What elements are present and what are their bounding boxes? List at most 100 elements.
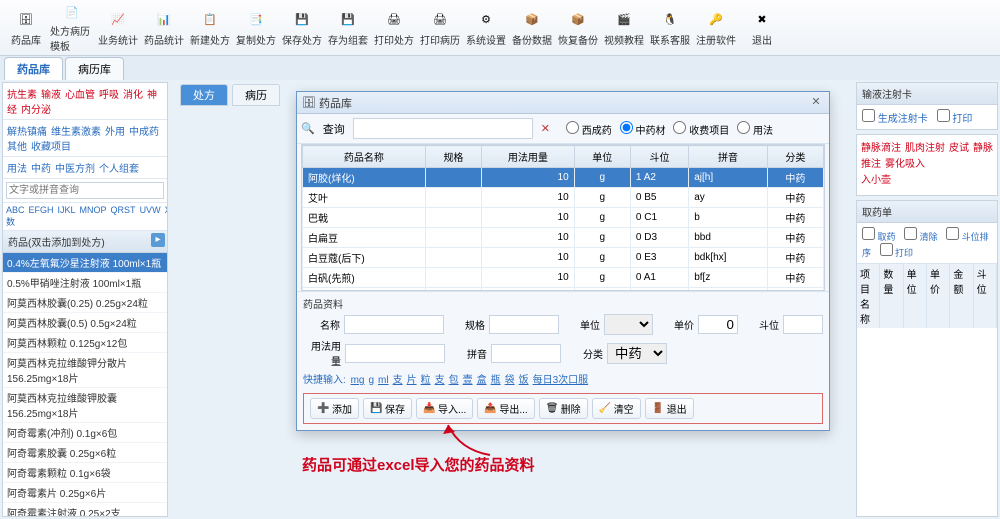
quick-link[interactable]: 支: [435, 375, 445, 386]
quick-link[interactable]: 袋: [505, 375, 515, 386]
catlink[interactable]: 抗生素: [7, 90, 37, 101]
btn-5[interactable]: 🧹清空: [592, 398, 641, 419]
drug-row[interactable]: 阿奇霉素颗粒 0.1g×6袋: [3, 463, 167, 483]
table-row[interactable]: 白豆蔻(后下)10g0 E3bdk[hx]中药: [303, 248, 824, 268]
btn-6[interactable]: 🚪退出: [645, 398, 694, 419]
inp-spec[interactable]: [489, 315, 559, 334]
quick-link[interactable]: 瓶: [491, 375, 501, 386]
alpha-group[interactable]: EFGH: [29, 205, 54, 215]
alpha-group[interactable]: UVW: [140, 205, 161, 215]
popup-titlebar[interactable]: 🗄 药品库 ✕: [297, 92, 829, 114]
toolbar-gear[interactable]: ⚙系统设置: [464, 2, 508, 53]
radio-3[interactable]: 用法: [737, 126, 773, 137]
table-row[interactable]: 白矾(先煎)10g0 A1bf[z中药: [303, 268, 824, 288]
alpha-group[interactable]: IJKL: [58, 205, 76, 215]
quick-link[interactable]: 包: [449, 375, 459, 386]
btn-3[interactable]: 📤导出...: [477, 398, 534, 419]
drug-row[interactable]: 阿奇霉素(冲剂) 0.1g×6包: [3, 423, 167, 443]
quick-link[interactable]: 片: [407, 375, 417, 386]
btn-4[interactable]: 🗑删除: [539, 398, 588, 419]
quick-link[interactable]: 支: [393, 375, 403, 386]
tab-case[interactable]: 病历: [232, 84, 280, 106]
sel-cat[interactable]: 中药: [607, 343, 667, 364]
quick-link[interactable]: g: [368, 375, 374, 386]
drug-row[interactable]: 0.4%左氧氟沙星注射液 100ml×1瓶: [3, 253, 167, 273]
btn-0[interactable]: ➕添加: [310, 398, 359, 419]
col-header[interactable]: 单位: [574, 146, 630, 168]
drug-row[interactable]: 0.5%甲硝唑注射液 100ml×1瓶: [3, 273, 167, 293]
col-header[interactable]: 规格: [425, 146, 481, 168]
list-header-btn[interactable]: ▸: [151, 233, 165, 247]
catlink[interactable]: 外用: [105, 127, 125, 138]
table-row[interactable]: 巴戟10g0 C1b中药: [303, 208, 824, 228]
inject-link[interactable]: 雾化吸入: [885, 159, 925, 170]
quick-link[interactable]: 盒: [477, 375, 487, 386]
col-header[interactable]: 分类: [767, 146, 823, 168]
alpha-group[interactable]: MNOP: [80, 205, 107, 215]
col-header[interactable]: 用法用量: [482, 146, 575, 168]
drug-row[interactable]: 阿莫西林克拉维酸钾胶囊 156.25mg×18片: [3, 388, 167, 423]
col-header[interactable]: 拼音: [689, 146, 768, 168]
toolbar-print2[interactable]: 🖨打印病历: [418, 2, 462, 53]
tab-caselib[interactable]: 病历库: [65, 57, 124, 80]
inp-name[interactable]: [344, 315, 444, 334]
quick-link[interactable]: 壹: [463, 375, 473, 386]
radio-0[interactable]: 西成药: [566, 126, 612, 137]
btn-1[interactable]: 💾保存: [363, 398, 412, 419]
catlink[interactable]: 输液: [41, 90, 61, 101]
toolbar-reg[interactable]: 🔑注册软件: [694, 2, 738, 53]
sel-unit[interactable]: [604, 314, 653, 335]
catlink[interactable]: 维生素激素: [51, 127, 101, 138]
inp-price[interactable]: [698, 315, 738, 334]
col-header[interactable]: 药品名称: [303, 146, 426, 168]
toolbar-save[interactable]: 💾保存处方: [280, 2, 324, 53]
toolbar-restore[interactable]: 📦恢复备份: [556, 2, 600, 53]
catlink[interactable]: 内分泌: [21, 105, 51, 116]
table-row[interactable]: 白扁豆10g0 D3bbd中药: [303, 228, 824, 248]
quick-link[interactable]: ml: [378, 375, 389, 386]
toolbar-chart2[interactable]: 📊药品统计: [142, 2, 186, 53]
drug-row[interactable]: 阿莫西林克拉维酸钾分散片 156.25mg×18片: [3, 353, 167, 388]
toolbar-video[interactable]: 🎬视频教程: [602, 2, 646, 53]
alpha-group[interactable]: ABC: [6, 205, 25, 215]
chk-print1[interactable]: 打印: [937, 114, 973, 125]
toolbar-chart[interactable]: 📈业务统计: [96, 2, 140, 53]
toolbar-doc[interactable]: 📄处方病历模板: [50, 2, 94, 53]
toolbar-exit[interactable]: ✖退出: [740, 2, 784, 53]
drug-row[interactable]: 阿奇霉素注射液 0.25×2支: [3, 503, 167, 516]
drug-row[interactable]: 阿奇霉素片 0.25g×6片: [3, 483, 167, 503]
catlink[interactable]: 个人组套: [99, 164, 139, 175]
catlink[interactable]: 用法: [7, 164, 27, 175]
clear-icon[interactable]: ✕: [541, 122, 550, 135]
table-row[interactable]: 阿胶(烊化)10g1 A2aj[h]中药: [303, 168, 824, 188]
table-row[interactable]: 艾叶10g0 B5ay中药: [303, 188, 824, 208]
popup-search-input[interactable]: [353, 118, 533, 139]
close-icon[interactable]: ✕: [808, 95, 824, 111]
toolbar-backup[interactable]: 📦备份数据: [510, 2, 554, 53]
quick-link[interactable]: 每日3次口服: [533, 375, 589, 386]
chk-clear[interactable]: 清除: [904, 232, 938, 242]
toolbar-qq[interactable]: 🐧联系客服: [648, 2, 692, 53]
catlink[interactable]: 收藏项目: [31, 142, 71, 153]
alpha-group[interactable]: XYZ: [165, 205, 168, 215]
inp-py[interactable]: [491, 344, 561, 363]
inp-usage[interactable]: [345, 344, 445, 363]
quick-link[interactable]: 饭: [519, 375, 529, 386]
inject-link[interactable]: 静脉滴注: [861, 143, 901, 154]
catlink[interactable]: 中药: [31, 164, 51, 175]
catlink[interactable]: 其他: [7, 142, 27, 153]
catlink[interactable]: 解热镇痛: [7, 127, 47, 138]
drug-row[interactable]: 阿莫西林颗粒 0.125g×12包: [3, 333, 167, 353]
drug-row[interactable]: 阿莫西林胶囊(0.25) 0.25g×24粒: [3, 293, 167, 313]
toolbar-db[interactable]: 🗄药品库: [4, 2, 48, 53]
alpha-group[interactable]: QRST: [111, 205, 136, 215]
catlink[interactable]: 心血管: [65, 90, 95, 101]
toolbar-print[interactable]: 🖨打印处方: [372, 2, 416, 53]
tab-druglib[interactable]: 药品库: [4, 57, 63, 80]
catlink[interactable]: 呼吸: [99, 90, 119, 101]
chk-pickup[interactable]: 取药: [862, 232, 896, 242]
drug-row[interactable]: 阿莫西林胶囊(0.5) 0.5g×24粒: [3, 313, 167, 333]
radio-2[interactable]: 收费项目: [673, 126, 729, 137]
quick-link[interactable]: 粒: [421, 375, 431, 386]
quick-link[interactable]: mg: [351, 375, 365, 386]
